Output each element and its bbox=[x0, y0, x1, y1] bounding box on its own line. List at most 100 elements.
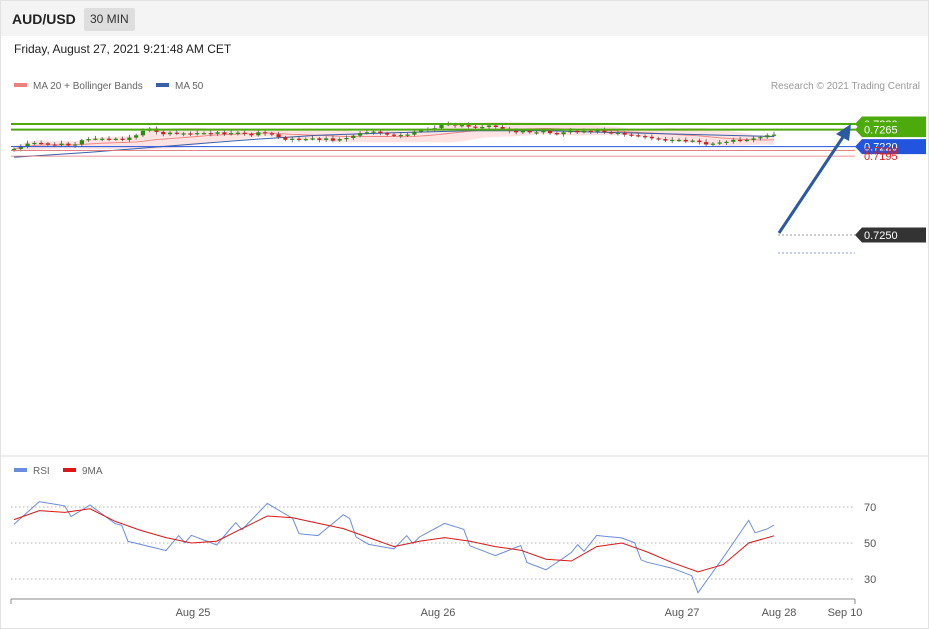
candle-body bbox=[663, 139, 668, 141]
candle-body bbox=[168, 132, 173, 135]
forecast-arrow-shaft bbox=[777, 136, 845, 234]
time-axis-label: Aug 27 bbox=[665, 607, 700, 619]
candle-body bbox=[527, 130, 532, 133]
candle-body bbox=[690, 140, 695, 142]
candle-body bbox=[229, 133, 234, 135]
candle-body bbox=[473, 126, 478, 128]
candle-body bbox=[500, 127, 505, 129]
candle-body bbox=[263, 132, 268, 134]
candle-body bbox=[113, 138, 118, 140]
candle-body bbox=[378, 131, 383, 134]
candle-body bbox=[731, 139, 736, 142]
candle-body bbox=[25, 143, 30, 147]
candle-body bbox=[181, 133, 186, 135]
rsi-panel: 70 50 30 bbox=[11, 501, 876, 594]
candle-body bbox=[758, 137, 763, 139]
candle-body bbox=[344, 138, 349, 140]
candle-body bbox=[371, 131, 376, 133]
candle-body bbox=[249, 133, 254, 136]
candle-body bbox=[93, 138, 98, 140]
candle-body bbox=[724, 141, 729, 143]
candle-body bbox=[324, 138, 329, 140]
candle-body bbox=[385, 133, 390, 135]
candle-body bbox=[140, 130, 145, 136]
candle-body bbox=[59, 143, 64, 146]
candle-body bbox=[364, 132, 369, 134]
candle-body bbox=[615, 132, 620, 134]
candle-body bbox=[683, 139, 688, 142]
candle-body bbox=[656, 138, 661, 140]
candle-body bbox=[303, 139, 308, 141]
candle-body bbox=[459, 125, 464, 127]
candle-body bbox=[629, 134, 634, 136]
candle-body bbox=[242, 132, 247, 134]
candle-body bbox=[208, 133, 213, 135]
rsi-tick-label: 30 bbox=[864, 574, 876, 586]
time-axis-label: Aug 26 bbox=[421, 607, 456, 619]
candle-body bbox=[412, 131, 417, 135]
candle-body bbox=[568, 130, 573, 133]
candle-body bbox=[602, 130, 607, 133]
rsi-tick-label: 50 bbox=[864, 538, 876, 550]
candle-body bbox=[676, 139, 682, 142]
candle-body bbox=[405, 134, 410, 136]
candle-body bbox=[751, 138, 756, 140]
candle-body bbox=[195, 133, 200, 135]
candle-body bbox=[561, 132, 566, 135]
candle-body bbox=[358, 133, 363, 136]
candle-body bbox=[32, 142, 37, 145]
candle-body bbox=[337, 139, 342, 141]
candle-body bbox=[100, 138, 105, 140]
candle-body bbox=[554, 133, 559, 135]
candle-body bbox=[609, 132, 614, 134]
candle-body bbox=[480, 127, 485, 129]
candle-body bbox=[269, 133, 274, 135]
candle-body bbox=[161, 131, 166, 135]
candle-body bbox=[120, 138, 125, 140]
candle-body bbox=[256, 132, 261, 136]
candle-body bbox=[222, 132, 227, 135]
candle-body bbox=[134, 135, 139, 138]
candle-body bbox=[520, 130, 525, 133]
candle-body bbox=[276, 134, 281, 138]
time-axis-label: Sep 10 bbox=[828, 607, 863, 619]
candle-body bbox=[717, 142, 722, 144]
candle-body bbox=[710, 143, 715, 145]
candle-body bbox=[79, 140, 84, 145]
candle-body bbox=[493, 125, 498, 127]
candle-body bbox=[330, 138, 335, 141]
candle-body bbox=[486, 125, 492, 127]
candle-body bbox=[771, 134, 777, 136]
candle-body bbox=[738, 139, 743, 142]
candle-body bbox=[174, 132, 179, 134]
candle-body bbox=[127, 137, 132, 140]
candle-body bbox=[636, 135, 641, 137]
candle-body bbox=[391, 134, 397, 136]
candle-body bbox=[575, 130, 580, 133]
candle-body bbox=[439, 124, 444, 129]
level-label: 0.7195 bbox=[864, 151, 898, 163]
candle-body bbox=[548, 130, 553, 134]
candle-body bbox=[765, 135, 770, 138]
candle-body bbox=[215, 132, 220, 134]
candle-body bbox=[201, 133, 207, 135]
candle-body bbox=[398, 135, 403, 137]
time-axis: Aug 25 Aug 26 Aug 27 Aug 28 Sep 10 bbox=[10, 598, 863, 619]
candle-body bbox=[351, 135, 356, 138]
candle-body bbox=[106, 138, 112, 140]
time-axis-label: Aug 28 bbox=[762, 607, 797, 619]
candle-body bbox=[73, 144, 78, 146]
candle-body bbox=[39, 142, 44, 145]
candle-body bbox=[534, 132, 539, 134]
candle-body bbox=[290, 138, 295, 140]
current-price-label: 0.7250 bbox=[864, 230, 898, 242]
candle-body bbox=[235, 132, 240, 134]
rsi-tick-label: 70 bbox=[864, 502, 876, 514]
candle-body bbox=[466, 125, 471, 127]
candle-body bbox=[86, 139, 91, 141]
candle-body bbox=[649, 136, 654, 139]
candle-body bbox=[52, 144, 57, 146]
candle-body bbox=[581, 130, 587, 133]
candle-body bbox=[514, 130, 519, 133]
candle-body bbox=[697, 140, 702, 143]
